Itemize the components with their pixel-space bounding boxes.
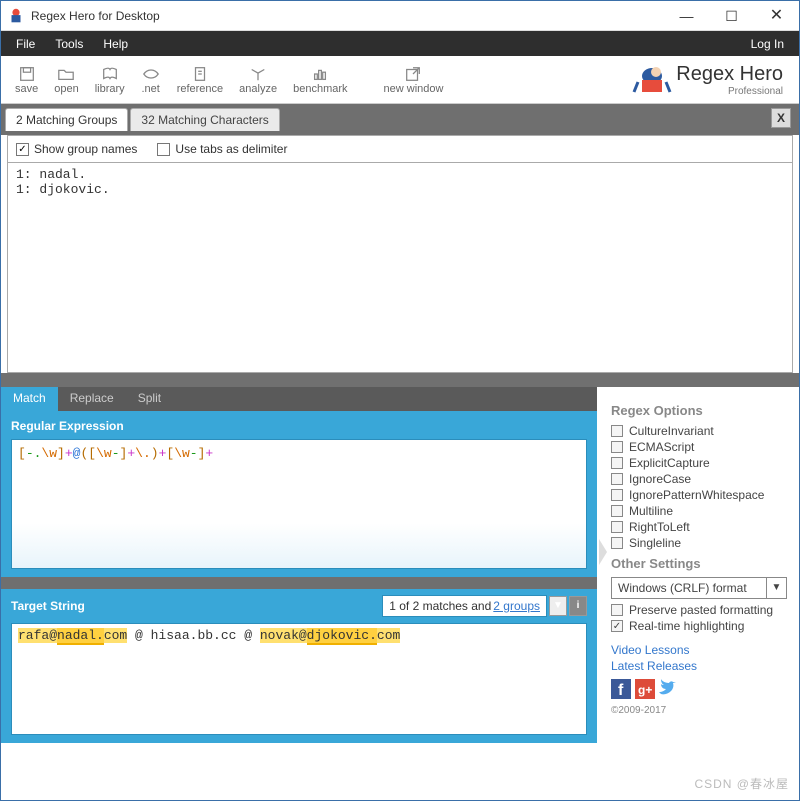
- use-tabs-delimiter-checkbox[interactable]: Use tabs as delimiter: [157, 142, 287, 156]
- google-plus-icon[interactable]: g+: [635, 679, 655, 699]
- regex-option-ignorepatternwhitespace[interactable]: IgnorePatternWhitespace: [611, 488, 787, 502]
- regex-option-ignorecase[interactable]: IgnoreCase: [611, 472, 787, 486]
- target-panel: Target String 1 of 2 matches and 2 group…: [1, 589, 597, 743]
- toolbar: save open library .net reference analyze…: [1, 56, 799, 104]
- regex-options-title: Regex Options: [611, 403, 787, 418]
- groups-link[interactable]: 2 groups: [493, 599, 540, 613]
- regex-option-righttoleft[interactable]: RightToLeft: [611, 520, 787, 534]
- results-tabbar: 2 Matching Groups 32 Matching Characters…: [1, 104, 799, 135]
- tab-matching-groups[interactable]: 2 Matching Groups: [5, 108, 128, 131]
- chevron-down-icon: ▼: [766, 578, 786, 598]
- minimize-button[interactable]: —: [664, 2, 709, 30]
- expand-arrow-icon[interactable]: [597, 537, 609, 567]
- target-label: Target String: [11, 599, 382, 613]
- open-button[interactable]: open: [46, 63, 86, 97]
- library-icon: [100, 65, 120, 83]
- realtime-highlighting-checkbox[interactable]: ✓Real-time highlighting: [611, 619, 787, 633]
- brand: Regex HeroProfessional: [632, 62, 793, 98]
- menu-login[interactable]: Log In: [741, 33, 794, 55]
- regex-option-multiline[interactable]: Multiline: [611, 504, 787, 518]
- save-icon: [17, 65, 37, 83]
- regex-option-cultureinvariant[interactable]: CultureInvariant: [611, 424, 787, 438]
- latest-releases-link[interactable]: Latest Releases: [611, 659, 787, 673]
- twitter-icon[interactable]: [659, 679, 679, 699]
- titlebar: Regex Hero for Desktop — ☐ ✕: [1, 1, 799, 31]
- save-button[interactable]: save: [7, 63, 46, 97]
- preserve-formatting-checkbox[interactable]: Preserve pasted formatting: [611, 603, 787, 617]
- net-button[interactable]: .net: [133, 63, 169, 97]
- tab-split[interactable]: Split: [126, 387, 173, 411]
- new-window-button[interactable]: new window: [376, 63, 452, 97]
- other-settings-title: Other Settings: [611, 556, 787, 571]
- mode-tabs: Match Replace Split: [1, 387, 597, 411]
- copyright: ©2009-2017: [611, 705, 787, 716]
- menu-tools[interactable]: Tools: [45, 33, 93, 55]
- match-status: 1 of 2 matches and 2 groups: [382, 595, 547, 617]
- regex-panel: Regular Expression [-.\w]+@([\w-]+\.)+[\…: [1, 411, 597, 577]
- work-area: Match Replace Split Regular Expression […: [1, 387, 799, 747]
- app-icon: [7, 7, 25, 25]
- panel-close-button[interactable]: X: [771, 108, 791, 128]
- tab-match[interactable]: Match: [1, 387, 58, 411]
- tab-matching-characters[interactable]: 32 Matching Characters: [130, 108, 279, 131]
- groups-panel: ✓Show group names Use tabs as delimiter …: [7, 135, 793, 373]
- target-input[interactable]: rafa@nadal.com @ hisaa.bb.cc @ novak@djo…: [11, 623, 587, 735]
- brand-logo-icon: [632, 62, 672, 98]
- social-row: f g+: [611, 679, 787, 699]
- info-button[interactable]: i: [569, 596, 587, 616]
- svg-text:g+: g+: [638, 683, 652, 697]
- regex-label: Regular Expression: [11, 419, 587, 433]
- watermark: CSDN @春冰屋: [694, 775, 789, 792]
- benchmark-icon: [310, 65, 330, 83]
- reference-button[interactable]: reference: [169, 63, 231, 97]
- analyze-icon: [248, 65, 268, 83]
- menu-help[interactable]: Help: [93, 33, 138, 55]
- open-icon: [56, 65, 76, 83]
- regex-option-singleline[interactable]: Singleline: [611, 536, 787, 550]
- brand-name: Regex Hero: [676, 63, 783, 86]
- benchmark-button[interactable]: benchmark: [285, 63, 355, 97]
- video-lessons-link[interactable]: Video Lessons: [611, 643, 787, 657]
- facebook-icon[interactable]: f: [611, 679, 631, 699]
- line-format-select[interactable]: Windows (CRLF) format▼: [611, 577, 787, 599]
- analyze-button[interactable]: analyze: [231, 63, 285, 97]
- menu-file[interactable]: File: [6, 33, 45, 55]
- nav-dropdown-button[interactable]: ▼: [549, 596, 567, 616]
- reference-icon: [190, 65, 210, 83]
- window-title: Regex Hero for Desktop: [31, 9, 160, 23]
- close-button[interactable]: ✕: [754, 2, 799, 30]
- groups-output[interactable]: 1: nadal. 1: djokovic.: [8, 162, 792, 372]
- regex-input[interactable]: [-.\w]+@([\w-]+\.)+[\w-]+: [11, 439, 587, 569]
- tab-replace[interactable]: Replace: [58, 387, 126, 411]
- svg-text:f: f: [618, 682, 624, 699]
- options-sidebar: Regex Options CultureInvariant ECMAScript…: [597, 387, 797, 747]
- show-group-names-checkbox[interactable]: ✓Show group names: [16, 142, 137, 156]
- regex-option-explicitcapture[interactable]: ExplicitCapture: [611, 456, 787, 470]
- new-window-icon: [403, 65, 423, 83]
- groups-options-row: ✓Show group names Use tabs as delimiter: [8, 136, 792, 162]
- menubar: File Tools Help Log In: [1, 31, 799, 56]
- brand-sub: Professional: [676, 86, 783, 97]
- net-icon: [141, 65, 161, 83]
- regex-option-ecmascript[interactable]: ECMAScript: [611, 440, 787, 454]
- library-button[interactable]: library: [87, 63, 133, 97]
- maximize-button[interactable]: ☐: [709, 2, 754, 30]
